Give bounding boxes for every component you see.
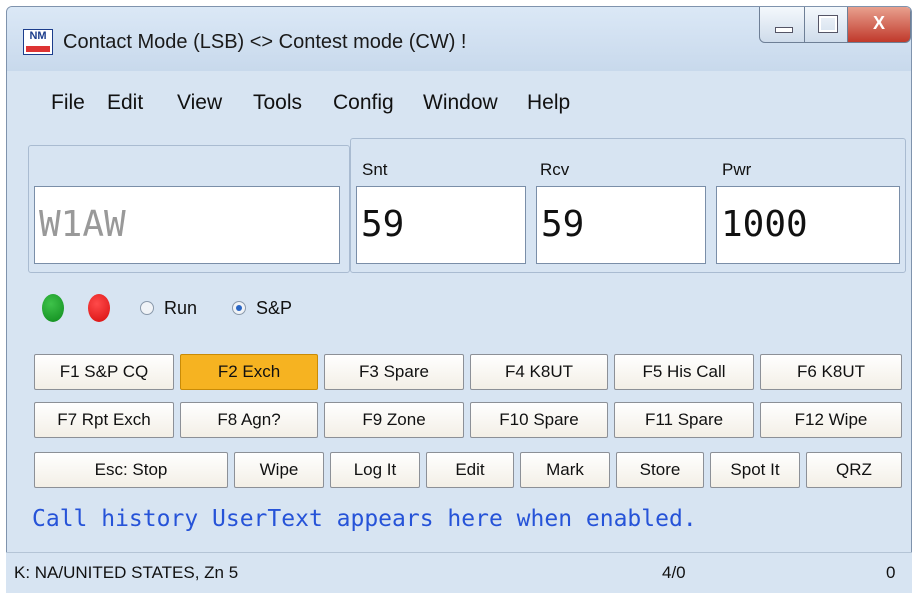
rcv-label: Rcv bbox=[540, 160, 570, 179]
spot-it-button[interactable]: Spot It bbox=[710, 452, 800, 488]
wipe-button[interactable]: Wipe bbox=[234, 452, 324, 488]
log-it-button[interactable]: Log It bbox=[330, 452, 420, 488]
status-country: K: NA/UNITED STATES, Zn 5 bbox=[14, 563, 239, 582]
green-status-light bbox=[42, 294, 64, 322]
esc-stop-button[interactable]: Esc: Stop bbox=[34, 452, 228, 488]
callsign-input[interactable]: W1AW bbox=[34, 186, 340, 264]
menu-bar: File Edit View Tools Config Window Help bbox=[7, 71, 911, 135]
f3-button[interactable]: F3 Spare bbox=[324, 354, 464, 390]
minimize-button[interactable] bbox=[759, 7, 805, 43]
qrz-button[interactable]: QRZ bbox=[806, 452, 902, 488]
f1-button[interactable]: F1 S&P CQ bbox=[34, 354, 174, 390]
sp-radio-label[interactable]: S&P bbox=[256, 298, 292, 319]
app-logo-icon: NM bbox=[23, 29, 53, 55]
window-title: Contact Mode (LSB) <> Contest mode (CW) … bbox=[63, 31, 467, 53]
menu-file[interactable]: File bbox=[51, 91, 85, 115]
title-bar[interactable]: NM Contact Mode (LSB) <> Contest mode (C… bbox=[7, 7, 911, 71]
menu-config[interactable]: Config bbox=[333, 91, 394, 115]
pwr-input[interactable]: 1000 bbox=[716, 186, 900, 264]
mark-button[interactable]: Mark bbox=[520, 452, 610, 488]
close-icon: X bbox=[872, 13, 885, 33]
menu-help[interactable]: Help bbox=[527, 91, 570, 115]
f12-button[interactable]: F12 Wipe bbox=[760, 402, 902, 438]
minimize-icon bbox=[775, 27, 793, 33]
status-right: 0 bbox=[886, 563, 896, 582]
maximize-icon bbox=[818, 15, 838, 33]
store-button[interactable]: Store bbox=[616, 452, 704, 488]
status-count: 4/0 bbox=[662, 563, 686, 582]
f11-button[interactable]: F11 Spare bbox=[614, 402, 754, 438]
snt-input[interactable]: 59 bbox=[356, 186, 526, 264]
close-button[interactable]: X bbox=[847, 7, 911, 43]
f10-button[interactable]: F10 Spare bbox=[470, 402, 608, 438]
f2-button[interactable]: F2 Exch bbox=[180, 354, 318, 390]
f7-button[interactable]: F7 Rpt Exch bbox=[34, 402, 174, 438]
f4-button[interactable]: F4 K8UT bbox=[470, 354, 608, 390]
red-status-light bbox=[88, 294, 110, 322]
menu-tools[interactable]: Tools bbox=[253, 91, 302, 115]
maximize-button[interactable] bbox=[804, 7, 848, 43]
run-radio-label[interactable]: Run bbox=[164, 298, 197, 319]
rcv-input[interactable]: 59 bbox=[536, 186, 706, 264]
edit-button[interactable]: Edit bbox=[426, 452, 514, 488]
menu-edit[interactable]: Edit bbox=[107, 91, 143, 115]
menu-window[interactable]: Window bbox=[423, 91, 498, 115]
f9-button[interactable]: F9 Zone bbox=[324, 402, 464, 438]
f8-button[interactable]: F8 Agn? bbox=[180, 402, 318, 438]
pwr-label: Pwr bbox=[722, 160, 752, 179]
logger-window: NM Contact Mode (LSB) <> Contest mode (C… bbox=[6, 6, 912, 593]
sp-radio[interactable] bbox=[232, 301, 246, 315]
user-text-line: Call history UserText appears here when … bbox=[32, 506, 697, 532]
f5-button[interactable]: F5 His Call bbox=[614, 354, 754, 390]
status-bar: K: NA/UNITED STATES, Zn 5 4/0 0 bbox=[6, 552, 912, 593]
menu-view[interactable]: View bbox=[177, 91, 222, 115]
snt-label: Snt bbox=[362, 160, 388, 179]
f6-button[interactable]: F6 K8UT bbox=[760, 354, 902, 390]
run-radio[interactable] bbox=[140, 301, 154, 315]
